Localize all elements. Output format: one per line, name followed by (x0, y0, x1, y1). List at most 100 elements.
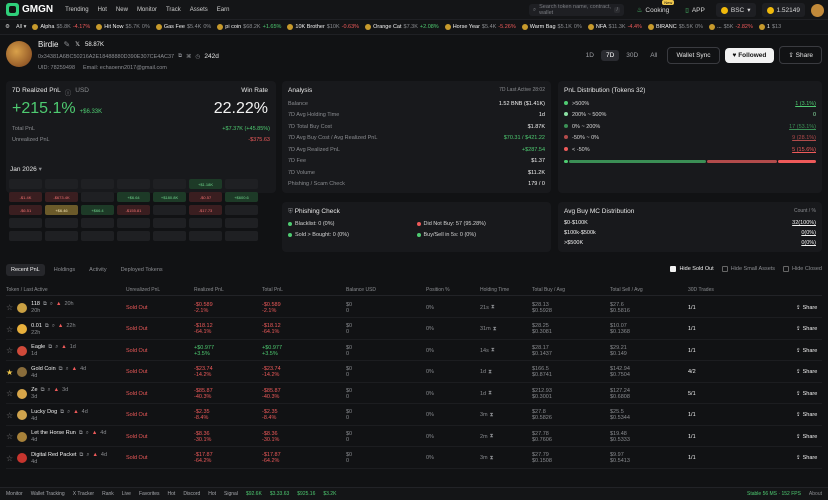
token-cell[interactable]: ☆ Eagle ⧉ ⌕ ▲ 1d 1d (6, 340, 76, 361)
table-row[interactable]: ☆ 0.01 ⧉ ⌕ ▲ 22h 22h Sold Out -$18.12 -64.1% -$18.… (6, 319, 822, 340)
ticker-item[interactable]: Hit Now $5.7K 0% (96, 24, 150, 30)
column-header[interactable]: 30D Trades (688, 287, 714, 293)
star-icon[interactable]: ☆ (6, 411, 13, 420)
table-row[interactable]: ☆ Let the Horse Run ⧉ ⌕ ▲ 4d 4d Sold Out -$8.36-… (6, 426, 822, 447)
column-header[interactable]: Total Buy / Avg (532, 287, 565, 293)
table-row[interactable]: ☆ Lucky Dog ⧉ ⌕ ▲ 4d 4d Sold Out -$2.35 -8.4% -$2.… (6, 405, 822, 426)
tab-2[interactable]: Activity (84, 264, 111, 276)
share-cell[interactable]: ⇪ Share (796, 426, 817, 447)
app-button[interactable]: ▯ APP (680, 3, 710, 17)
nav-link[interactable]: Hot (98, 7, 107, 13)
column-header[interactable]: Holding Time (480, 287, 509, 293)
share-cell[interactable]: ⇪ Share (796, 340, 817, 361)
table-row[interactable]: ☆ Eagle ⧉ ⌕ ▲ 1d 1d Sold Out +$0.977 +3.5% +$0.977… (6, 340, 822, 361)
ticker-item[interactable]: ... $5K -2.82% (709, 24, 753, 30)
ticker-item[interactable]: Orange Cat $7.3K +2.08% (365, 24, 439, 30)
ticker-item[interactable]: Warm Bag $5.1K 0% (521, 24, 582, 30)
nav-link[interactable]: Track (166, 7, 181, 13)
wallet-sync-button[interactable]: Wallet Sync (667, 46, 720, 64)
bottom-item[interactable]: Hot (168, 491, 176, 497)
ticker-item[interactable]: Horse Year $5.4K -5.26% (444, 24, 516, 30)
copy-icon[interactable]: ⧉ (79, 430, 83, 437)
token-cell[interactable]: ☆ 118 ⧉ ⌕ ▲ 20h 20h (6, 297, 74, 318)
copy-icon[interactable]: ⧉ (43, 301, 47, 308)
share-cell[interactable]: ⇪ Share (796, 448, 817, 469)
followed-button[interactable]: ♥ Followed (724, 47, 775, 63)
column-header[interactable]: Unrealized PnL (126, 287, 160, 293)
star-icon[interactable]: ☆ (6, 432, 13, 441)
star-icon[interactable]: ☆ (6, 389, 13, 398)
filter-checkbox[interactable]: Hide Sold Out (670, 266, 714, 272)
settings-icon[interactable]: ⚙ (5, 24, 10, 30)
tab-timeframe-30d[interactable]: 30D (621, 50, 643, 61)
search-icon[interactable]: ⌕ (52, 323, 55, 330)
logo[interactable]: GMGN (6, 3, 53, 16)
chevron-down-icon[interactable]: ▾ (39, 166, 42, 173)
token-cell[interactable]: ★ Gold Coin ⧉ ⌕ ▲ 4d 4d (6, 362, 86, 383)
search-icon[interactable]: ⌕ (50, 301, 53, 308)
search-icon[interactable]: ⌕ (48, 387, 51, 394)
search-icon[interactable]: ⌕ (86, 452, 89, 459)
copy-icon[interactable]: ⧉ (48, 344, 52, 351)
token-cell[interactable]: ☆ Let the Horse Run ⧉ ⌕ ▲ 4d 4d (6, 426, 106, 447)
star-icon[interactable]: ★ (6, 368, 13, 377)
token-cell[interactable]: ☆ Digital Red Packet ⧉ ⌕ ▲ 4d 4d (6, 448, 107, 469)
copy-icon[interactable]: ⧉ (45, 323, 49, 330)
column-header[interactable]: Position % (426, 287, 450, 293)
copy-icon[interactable]: ⧉ (60, 409, 64, 416)
bottom-item[interactable]: Signal (224, 491, 238, 497)
share-cell[interactable]: ⇪ Share (796, 362, 817, 383)
search-input[interactable]: ⌕ Search token name, contract, wallet / (529, 4, 624, 16)
search-icon[interactable]: ⌕ (55, 344, 58, 351)
column-header[interactable]: Realized PnL (194, 287, 224, 293)
nav-link[interactable]: Monitor (137, 7, 157, 13)
avatar[interactable] (811, 3, 824, 17)
copy-icon[interactable]: ⧉ (79, 452, 83, 459)
ticker-item[interactable]: BIRANC $5.5K 0% (647, 24, 703, 30)
tab-timeframe-1d[interactable]: 1D (581, 50, 599, 61)
filter-checkbox[interactable]: Hide Closed (783, 266, 822, 272)
column-header[interactable]: Balance USD (346, 287, 376, 293)
filter-checkbox[interactable]: Hide Small Assets (721, 266, 775, 272)
nav-link[interactable]: Assets (190, 7, 208, 13)
ticker-item[interactable]: 1 $13 (758, 24, 783, 30)
bottom-item[interactable]: Hot (208, 491, 216, 497)
chain-selector[interactable]: BSC ▾ (715, 3, 756, 17)
edit-icon[interactable]: ✎ (63, 40, 70, 49)
table-row[interactable]: ★ Gold Coin ⧉ ⌕ ▲ 4d 4d Sold Out -$23.74 -14.2% -$… (6, 362, 822, 383)
ticker-item[interactable]: pi coin $68.2K +1.65% (217, 24, 281, 30)
ticker-filter[interactable]: All ▾ (16, 24, 26, 30)
column-header[interactable]: Total PnL (262, 287, 283, 293)
nav-link[interactable]: Trending (65, 7, 88, 13)
token-cell[interactable]: ☆ Lucky Dog ⧉ ⌕ ▲ 4d 4d (6, 405, 88, 426)
search-icon[interactable]: ⌕ (67, 409, 70, 416)
table-row[interactable]: ☆ Digital Red Packet ⧉ ⌕ ▲ 4d 4d Sold Out -$17.8… (6, 448, 822, 469)
share-cell[interactable]: ⇪ Share (796, 319, 817, 340)
column-header[interactable]: Token / Last Active (6, 287, 48, 293)
token-cell[interactable]: ☆ Ze ⧉ ⌕ ▲ 3d 3d (6, 383, 68, 404)
balance-pill[interactable]: 1.52149 (761, 3, 805, 17)
share-cell[interactable]: ⇪ Share (796, 405, 817, 426)
column-header[interactable]: Total Sell / Avg (610, 287, 643, 293)
tab-timeframe-all[interactable]: All (645, 50, 662, 61)
bottom-item[interactable]: Rank (102, 491, 114, 497)
share-cell[interactable]: ⇪ Share (796, 297, 817, 318)
about-link[interactable]: About (809, 491, 822, 497)
token-cell[interactable]: ☆ 0.01 ⧉ ⌕ ▲ 22h 22h (6, 319, 76, 340)
ticker-item[interactable]: Alpha $5.8K -4.17% (32, 24, 90, 30)
copy-icon[interactable]: ⧉ (41, 387, 45, 394)
table-row[interactable]: ☆ Ze ⧉ ⌕ ▲ 3d 3d Sold Out -$85.87 -40.3% -$85.87 -4… (6, 383, 822, 404)
bottom-item[interactable]: Monitor (6, 491, 23, 497)
copy-icon[interactable]: ⧉ (178, 53, 182, 60)
tab-1[interactable]: Holdings (49, 264, 80, 276)
bottom-item[interactable]: Favorites (139, 491, 160, 497)
x-icon[interactable]: 𝕏 (75, 41, 80, 48)
search-icon[interactable]: ⌕ (66, 366, 69, 373)
link-icon[interactable]: ⌘ (186, 54, 192, 60)
ticker-item[interactable]: 10K Brother $10K -0.63% (287, 24, 359, 30)
tab-0[interactable]: Recent PnL (6, 264, 45, 276)
star-icon[interactable]: ☆ (6, 346, 13, 355)
cooking-button[interactable]: ♨ Cooking New (632, 0, 675, 17)
copy-icon[interactable]: ⧉ (59, 366, 63, 373)
nav-link[interactable]: New (116, 7, 128, 13)
